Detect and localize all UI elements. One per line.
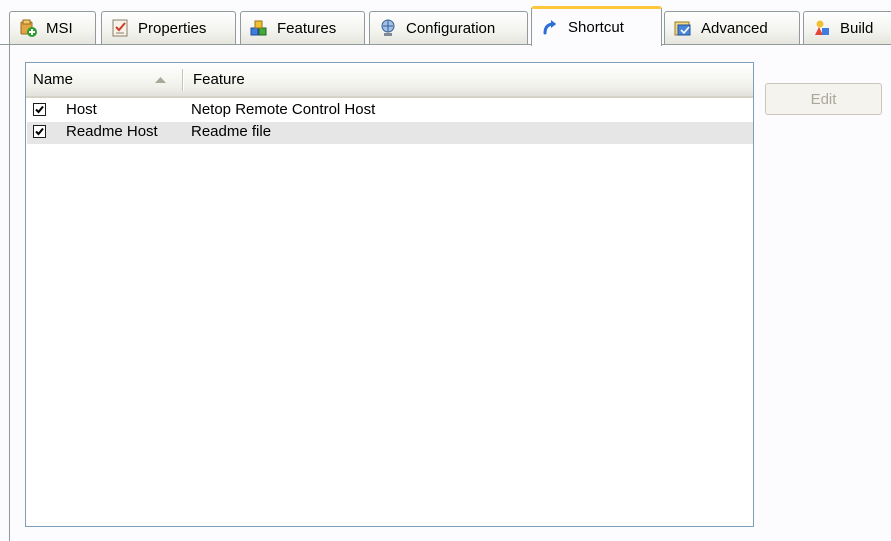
sort-ascending-icon (155, 77, 166, 83)
shortcut-arrow-icon (543, 19, 556, 34)
panel-border (9, 45, 10, 541)
tab-shortcut[interactable]: Shortcut (531, 6, 662, 46)
tab-label: Shortcut (568, 19, 624, 36)
tab-configuration[interactable]: Configuration (369, 11, 528, 44)
msi-package-icon (20, 19, 37, 37)
tab-label: Features (277, 19, 337, 37)
properties-icon (112, 19, 128, 37)
configuration-icon (381, 19, 395, 36)
edit-button[interactable]: Edit (765, 83, 882, 115)
tab-properties[interactable]: Properties (101, 11, 236, 44)
tab-label: MSI (46, 19, 73, 37)
list-item[interactable]: Readme Host Readme file (27, 122, 753, 144)
features-icon (250, 20, 267, 36)
column-header-feature[interactable]: Feature (183, 63, 753, 96)
cell-feature: Readme file (191, 123, 272, 140)
tab-label: Advanced (701, 19, 768, 37)
cell-name: Readme Host (66, 123, 158, 140)
cell-feature: Netop Remote Control Host (191, 101, 376, 118)
tab-features[interactable]: Features (240, 11, 365, 44)
tab-advanced[interactable]: Advanced (664, 11, 800, 44)
advanced-icon (674, 21, 691, 36)
tab-label: Configuration (406, 19, 496, 37)
tab-label: Build (840, 19, 874, 37)
list-header: Name Feature (26, 63, 753, 98)
shortcut-list[interactable]: Name Feature Host Netop Remote Control H… (25, 62, 754, 527)
tab-strip: MSI Properties Features Configuration Sh… (0, 0, 891, 46)
tab-strip-baseline (0, 44, 891, 45)
cell-name: Host (66, 101, 97, 118)
checkbox-checked-icon[interactable] (33, 103, 46, 116)
tab-build[interactable]: Build (803, 11, 891, 44)
tab-label: Properties (138, 19, 207, 37)
build-icon (815, 20, 829, 35)
list-item[interactable]: Host Netop Remote Control Host (27, 100, 753, 122)
tab-msi[interactable]: MSI (9, 11, 96, 44)
checkbox-checked-icon[interactable] (33, 125, 46, 138)
